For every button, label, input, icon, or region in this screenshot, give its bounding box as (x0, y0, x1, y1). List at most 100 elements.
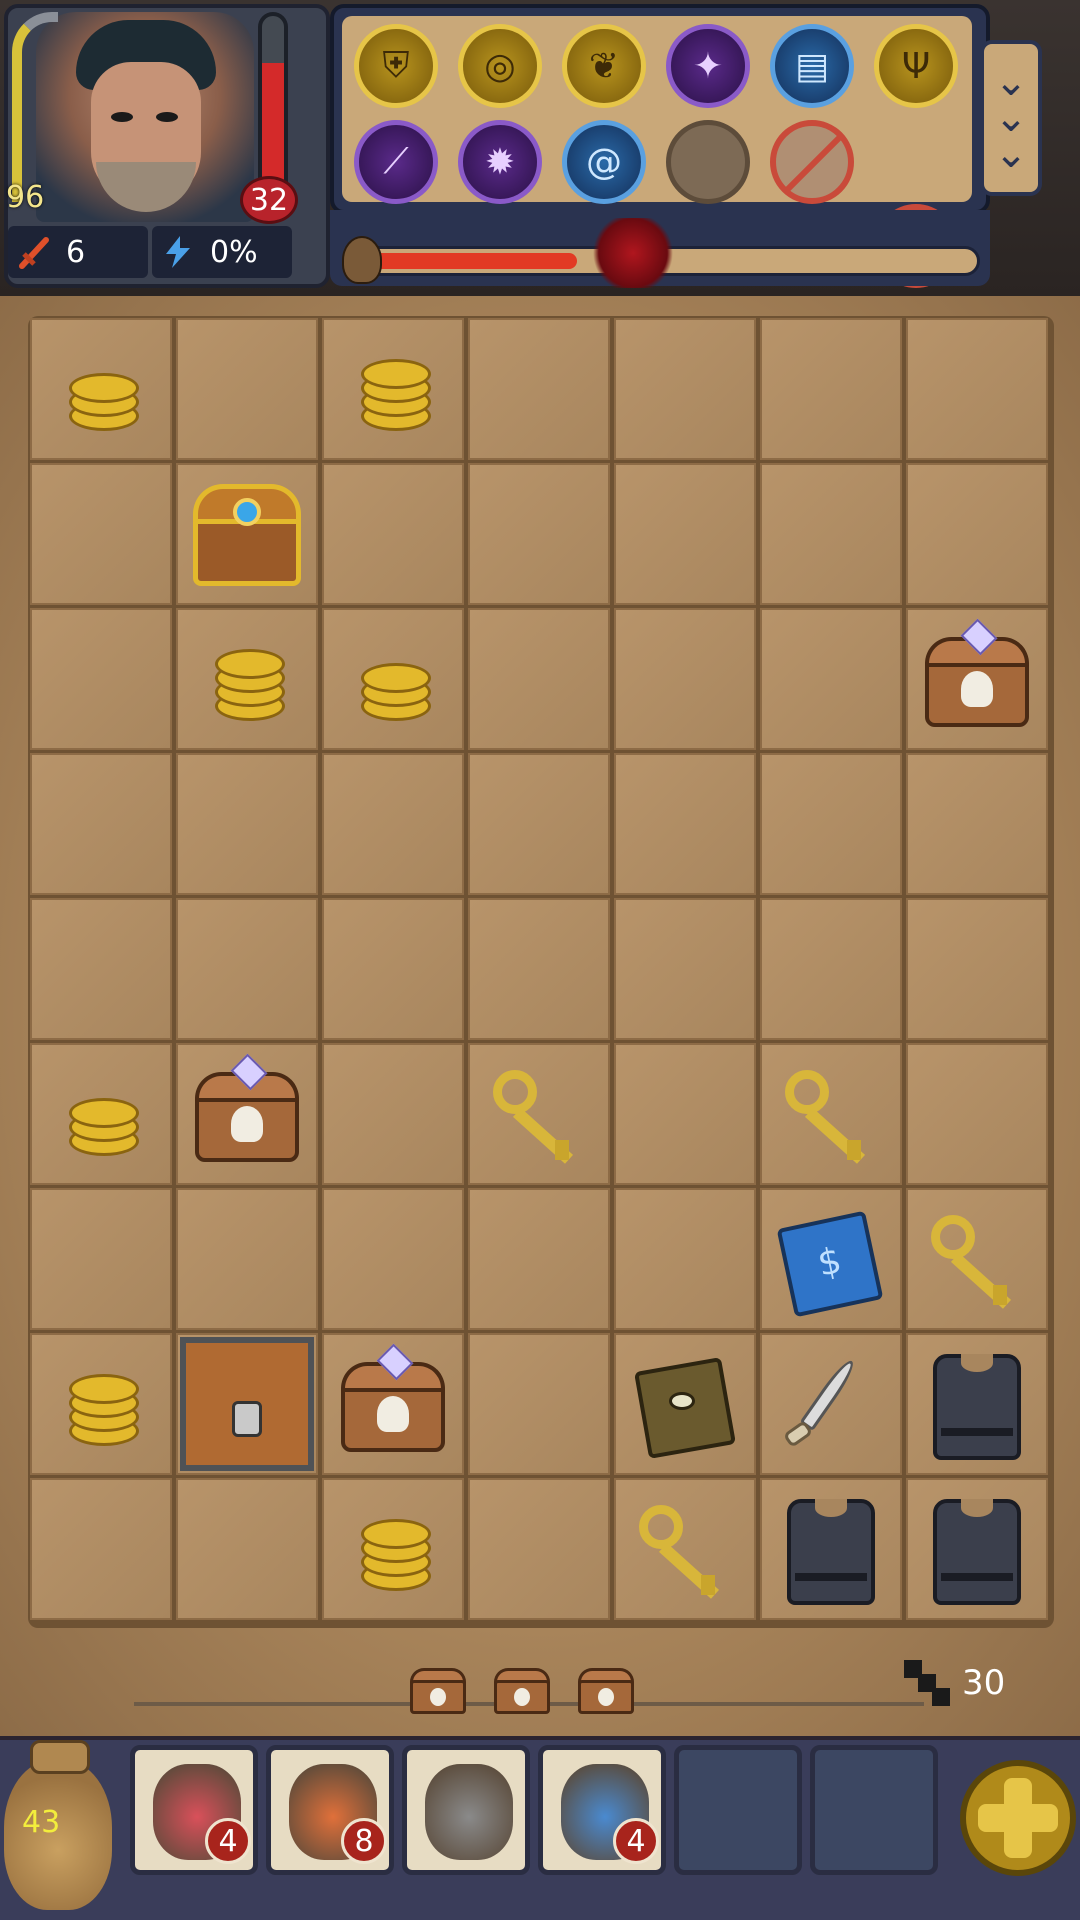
book-skill-icon[interactable]: ▤ (770, 24, 854, 108)
board-cell[interactable] (322, 753, 464, 895)
board-cell[interactable] (906, 318, 1048, 460)
board-cell[interactable] (906, 1043, 1048, 1185)
board-cell[interactable] (906, 1333, 1048, 1475)
winged-sword-skill-icon[interactable]: ✦ (666, 24, 750, 108)
inventory-slot[interactable]: 8 (266, 1745, 394, 1875)
inventory-slot[interactable]: 4 (130, 1745, 258, 1875)
board-cell[interactable] (30, 463, 172, 605)
gold-coins-icon[interactable] (333, 619, 453, 739)
dark-gear-skill-icon[interactable]: ✹ (458, 120, 542, 204)
blade-skill-icon[interactable]: ⟋ (354, 120, 438, 204)
board-cell[interactable] (322, 1478, 464, 1620)
board-cell[interactable] (176, 1043, 318, 1185)
board-cell[interactable] (468, 608, 610, 750)
gold-key-icon[interactable] (479, 1054, 599, 1174)
gold-coins-icon[interactable] (187, 619, 307, 739)
chainmail-armor-icon[interactable] (917, 1489, 1037, 1609)
board-cell[interactable] (176, 1188, 318, 1330)
board-cell[interactable] (614, 1188, 756, 1330)
board-cell[interactable] (30, 898, 172, 1040)
board-cell[interactable] (468, 898, 610, 1040)
locked-chest-icon[interactable] (178, 1335, 316, 1473)
board-cell[interactable] (760, 1333, 902, 1475)
inventory-slot[interactable] (674, 1745, 802, 1875)
board-cell[interactable] (30, 1478, 172, 1620)
board-cell[interactable] (322, 608, 464, 750)
spiral-skill-icon[interactable]: @ (562, 120, 646, 204)
board-cell[interactable] (322, 463, 464, 605)
board-cell[interactable] (760, 1478, 902, 1620)
board-cell[interactable] (468, 318, 610, 460)
target-skill-icon[interactable]: ◎ (458, 24, 542, 108)
claw-skill-icon[interactable]: Ψ (874, 24, 958, 108)
hero-portrait[interactable] (36, 12, 254, 222)
board-cell[interactable] (176, 463, 318, 605)
board-cell[interactable] (760, 463, 902, 605)
board-cell[interactable] (468, 463, 610, 605)
chainmail-armor-icon[interactable] (917, 1344, 1037, 1464)
empty-skill-slot[interactable] (666, 120, 750, 204)
wing-skill-icon[interactable]: ❦ (562, 24, 646, 108)
board-cell[interactable] (322, 318, 464, 460)
inventory-slot[interactable] (402, 1745, 530, 1875)
board-cell[interactable] (906, 753, 1048, 895)
eye-tome-icon[interactable] (625, 1344, 745, 1464)
board-cell[interactable] (614, 898, 756, 1040)
board-cell[interactable] (906, 463, 1048, 605)
board-cell[interactable] (906, 1188, 1048, 1330)
gold-key-icon[interactable] (625, 1489, 745, 1609)
board-cell[interactable] (760, 608, 902, 750)
gold-key-icon[interactable] (917, 1199, 1037, 1319)
board-cell[interactable] (176, 753, 318, 895)
board-cell[interactable] (176, 608, 318, 750)
board-cell[interactable] (760, 318, 902, 460)
board-cell[interactable] (614, 1333, 756, 1475)
gold-coins-icon[interactable] (41, 1054, 161, 1174)
chainmail-armor-icon[interactable] (771, 1489, 891, 1609)
board-cell[interactable] (614, 318, 756, 460)
skull-chest-icon[interactable] (187, 1053, 307, 1174)
board-cell[interactable] (906, 1478, 1048, 1620)
gold-coins-icon[interactable] (333, 329, 453, 449)
board-cell[interactable] (614, 463, 756, 605)
board-cell[interactable] (322, 898, 464, 1040)
board-cell[interactable] (468, 1043, 610, 1185)
board-cell[interactable] (906, 608, 1048, 750)
board-cell[interactable] (30, 1333, 172, 1475)
board-cell[interactable] (760, 1043, 902, 1185)
board-cell[interactable] (468, 753, 610, 895)
board-cell[interactable] (30, 1043, 172, 1185)
inventory-slot[interactable]: 4 (538, 1745, 666, 1875)
inventory-slot[interactable] (810, 1745, 938, 1875)
board-cell[interactable] (322, 1043, 464, 1185)
board-cell[interactable] (30, 753, 172, 895)
blue-spellbook-icon[interactable]: $ (771, 1199, 891, 1319)
board-cell[interactable] (760, 898, 902, 1040)
board-cell[interactable] (30, 608, 172, 750)
board-cell[interactable] (614, 753, 756, 895)
skull-chest-icon[interactable] (333, 1343, 453, 1464)
dpad-menu-button[interactable] (960, 1760, 1076, 1876)
board-cell[interactable] (468, 1478, 610, 1620)
skull-chest-icon[interactable] (917, 618, 1037, 739)
board-cell[interactable] (176, 318, 318, 460)
expand-skills-button[interactable]: ⌄ ⌄ ⌄ (980, 40, 1042, 196)
board-cell[interactable] (30, 318, 172, 460)
gold-coins-icon[interactable] (41, 329, 161, 449)
dagger-icon[interactable] (771, 1344, 891, 1464)
board-cell[interactable] (906, 898, 1048, 1040)
armor-skill-icon[interactable]: ⛨ (354, 24, 438, 108)
board-cell[interactable] (322, 1333, 464, 1475)
board-cell[interactable] (468, 1333, 610, 1475)
board-cell[interactable] (760, 753, 902, 895)
board-cell[interactable] (614, 1478, 756, 1620)
board-cell[interactable] (176, 1333, 318, 1475)
board-cell[interactable] (614, 1043, 756, 1185)
board-cell[interactable] (176, 1478, 318, 1620)
gold-coins-icon[interactable] (333, 1489, 453, 1609)
locked-skill-slot[interactable] (770, 120, 854, 204)
board-cell[interactable]: $ (760, 1188, 902, 1330)
golden-chest-icon[interactable] (187, 474, 307, 594)
board-cell[interactable] (176, 898, 318, 1040)
board-cell[interactable] (322, 1188, 464, 1330)
